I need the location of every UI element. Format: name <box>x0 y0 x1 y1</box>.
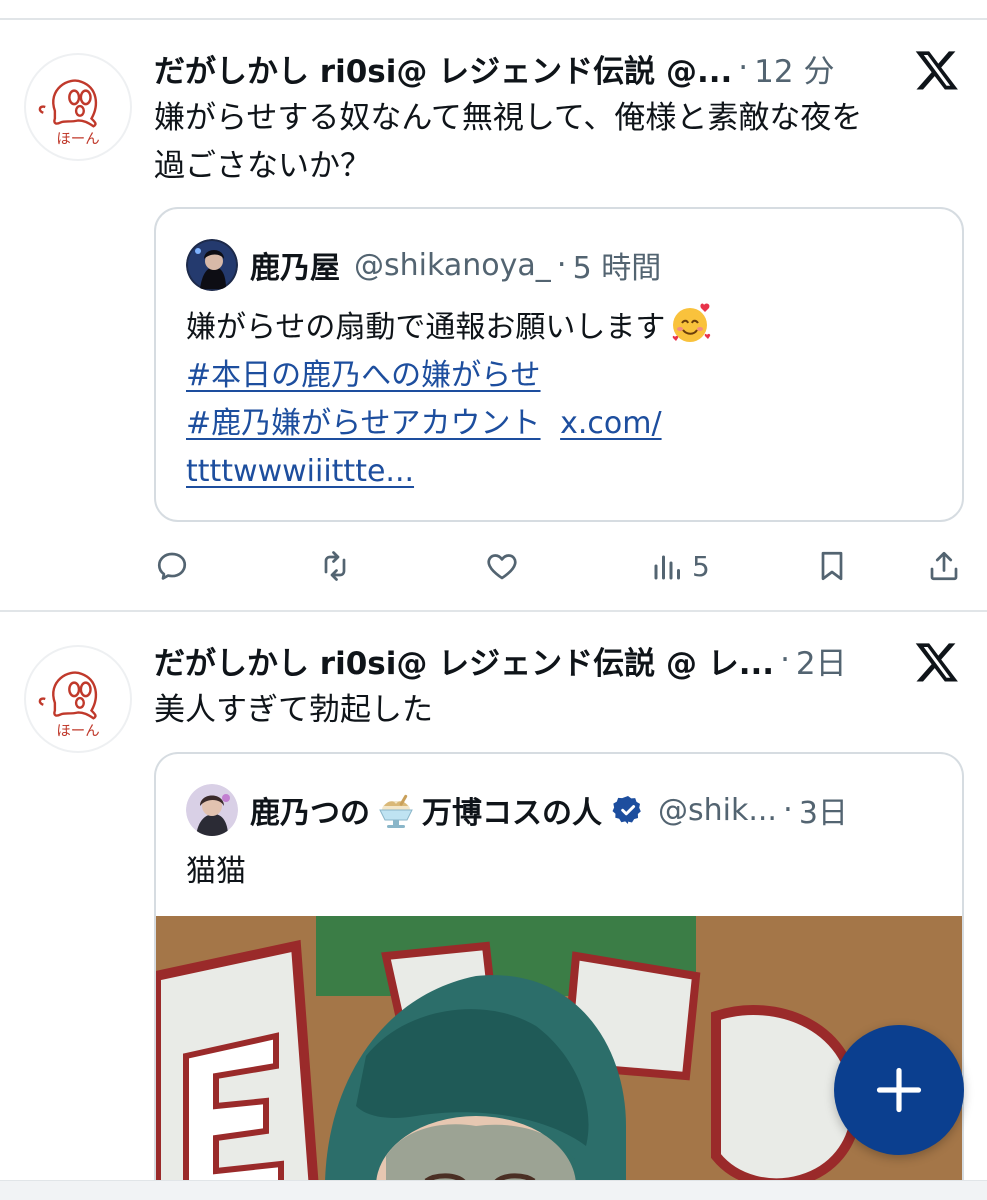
repost-button[interactable] <box>317 538 353 594</box>
post-text: 美人すぎて勃起した <box>154 686 957 734</box>
quoted-author-name[interactable]: 鹿乃つの <box>250 788 370 832</box>
quoted-author-handle[interactable]: @shikanoya_ <box>354 248 551 283</box>
url-link-continued[interactable]: ttttwwwiiittte... <box>186 454 414 489</box>
x-logo-icon[interactable] <box>914 47 960 93</box>
url-line: ttttwwwiiittte... <box>186 448 938 496</box>
author-name[interactable]: だがしかし ri0si@ レジェンド伝説 @... <box>154 46 732 90</box>
hashtag-line: #本日の鹿乃への嫌がらせ <box>186 352 938 400</box>
separator-dot: · <box>780 642 790 678</box>
hashtag-link[interactable]: #本日の鹿乃への嫌がらせ <box>186 358 541 393</box>
quoted-post[interactable]: 鹿乃つの 万博コスの人 @shik... · 3日 猫猫 <box>154 752 964 1200</box>
views-button[interactable]: 5 <box>650 538 710 594</box>
quoted-author-handle[interactable]: @shik... <box>658 793 777 828</box>
reply-icon <box>157 552 187 580</box>
quoted-post-body: 猫猫 <box>186 848 938 896</box>
post-text-line: 美人すぎて勃起した <box>154 692 433 728</box>
share-button[interactable] <box>926 538 962 594</box>
ghost-avatar-icon: ほーん <box>38 79 100 148</box>
quoted-post-time[interactable]: 3日 <box>799 788 848 832</box>
post-text: 嫌がらせする奴なんて無視して、俺様と素敵な夜を 過ごさないか？ <box>154 94 957 190</box>
quoted-post[interactable]: 鹿乃屋 @shikanoya_ · 5 時間 嫌がらせの扇動で通報お願いします <box>154 207 964 522</box>
hashtag-line: #鹿乃嫌がらせアカウント x.com/ <box>186 400 938 448</box>
post-header: だがしかし ri0si@ レジェンド伝説 @... · 12 分 <box>154 46 887 90</box>
share-icon <box>930 551 958 581</box>
separator-dot: · <box>782 792 793 828</box>
verified-badge-icon <box>612 796 641 824</box>
quoted-post-header: 鹿乃屋 @shikanoya_ · 5 時間 <box>186 237 942 293</box>
quoted-text: 猫猫 <box>186 854 246 889</box>
quoted-post-body: 嫌がらせの扇動で通報お願いします #本日の鹿乃への嫌がらせ #鹿乃嫌がらせアカウ… <box>186 301 938 496</box>
reply-button[interactable] <box>154 538 190 594</box>
compose-button[interactable] <box>834 1025 964 1155</box>
bookmark-icon <box>821 551 843 581</box>
avatar-photo-icon <box>186 239 238 291</box>
post-text-line: 過ごさないか？ <box>154 148 371 184</box>
bookmark-button[interactable] <box>814 538 850 594</box>
plus-icon <box>876 1067 922 1113</box>
post-1[interactable]: ほーん だがしかし ri0si@ レジェンド伝説 @... · 12 分 嫌がら… <box>0 20 987 610</box>
avatar-handwritten-text: ほーん <box>56 724 99 740</box>
url-link[interactable]: x.com/ <box>560 406 661 441</box>
smiling-face-with-hearts-icon <box>673 303 711 342</box>
views-count: 5 <box>692 549 710 583</box>
quoted-text: 嫌がらせの扇動で通報お願いします <box>186 310 666 345</box>
quoted-author-name[interactable]: 鹿乃屋 <box>250 243 340 287</box>
separator-dot: · <box>738 50 749 86</box>
post-time[interactable]: 12 分 <box>754 46 834 90</box>
author-avatar[interactable]: ほーん <box>24 53 132 161</box>
bottom-edge <box>0 1180 987 1200</box>
views-icon <box>654 555 680 580</box>
quoted-author-avatar[interactable] <box>186 239 238 291</box>
repost-icon <box>324 551 346 581</box>
like-icon <box>487 554 517 580</box>
quoted-post-time[interactable]: 5 時間 <box>573 243 662 287</box>
like-button[interactable] <box>484 538 520 594</box>
author-avatar[interactable]: ほーん <box>24 645 132 753</box>
quoted-author-name-suffix[interactable]: 万博コスの人 <box>422 788 602 832</box>
post-time[interactable]: 2日 <box>796 638 847 682</box>
avatar-handwritten-text: ほーん <box>56 132 99 148</box>
quoted-text-line: 嫌がらせの扇動で通報お願いします <box>186 301 938 352</box>
quoted-post-header: 鹿乃つの 万博コスの人 @shik... · 3日 <box>186 782 942 838</box>
post-actions: 5 <box>154 538 964 594</box>
ghost-avatar-icon: ほーん <box>38 671 100 740</box>
x-logo-icon[interactable] <box>914 639 960 685</box>
hashtag-link[interactable]: #鹿乃嫌がらせアカウント <box>186 406 541 441</box>
post-header: だがしかし ri0si@ レジェンド伝説 @ レ... · 2日 <box>154 638 887 682</box>
quoted-author-avatar[interactable] <box>186 784 238 836</box>
author-name[interactable]: だがしかし ri0si@ レジェンド伝説 @ レ... <box>154 638 774 682</box>
avatar-photo-icon <box>186 784 238 836</box>
separator-dot: · <box>556 247 567 283</box>
shaved-ice-icon <box>379 794 413 828</box>
post-text-line: 嫌がらせする奴なんて無視して、俺様と素敵な夜を <box>154 100 863 136</box>
